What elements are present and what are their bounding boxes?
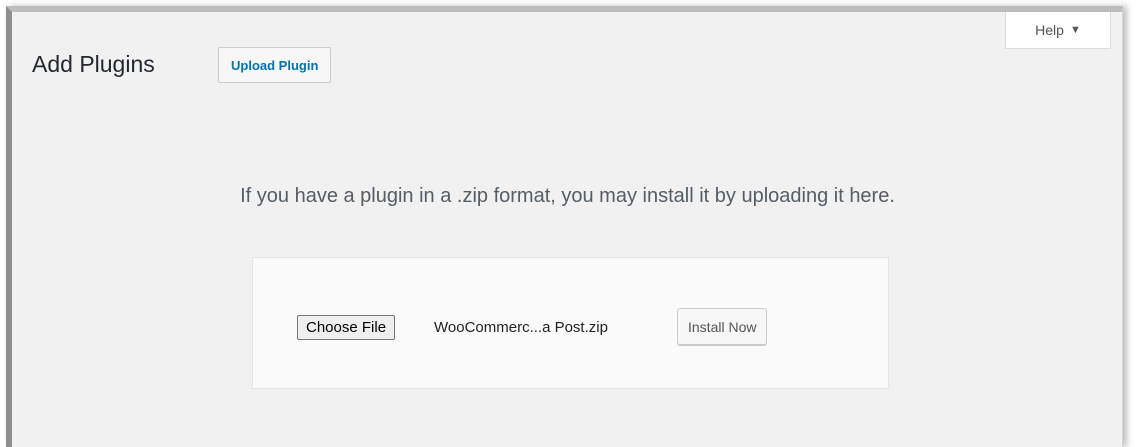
selected-file-name: WooCommerc...a Post.zip xyxy=(434,319,608,336)
upload-help-text: If you have a plugin in a .zip format, y… xyxy=(240,185,895,207)
admin-screen: Help ▼ Add Plugins Upload Plugin If you … xyxy=(6,6,1123,447)
help-label: Help xyxy=(1035,22,1064,38)
page-title: Add Plugins xyxy=(32,51,155,77)
upload-form: Choose File WooCommerc...a Post.zip Inst… xyxy=(252,257,889,389)
caret-down-icon: ▼ xyxy=(1069,24,1081,36)
help-tab[interactable]: Help ▼ xyxy=(1005,12,1111,49)
choose-file-button[interactable]: Choose File xyxy=(297,315,396,340)
upload-plugin-button[interactable]: Upload Plugin xyxy=(218,47,332,83)
install-now-button[interactable]: Install Now xyxy=(677,308,768,345)
